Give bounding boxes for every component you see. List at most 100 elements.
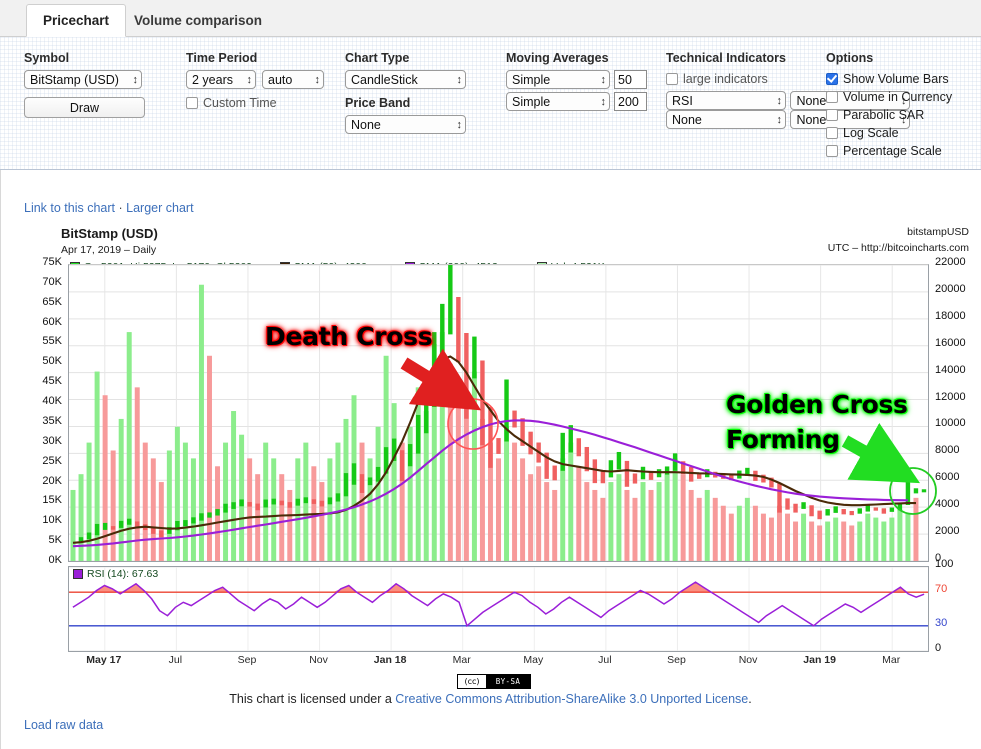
moving-averages-group: Moving Averages Simple Simple bbox=[506, 51, 647, 111]
tab-pricechart-label: Pricechart bbox=[42, 13, 110, 28]
x-tick: Sep bbox=[237, 654, 257, 666]
time-range-select[interactable]: 2 years bbox=[186, 70, 256, 89]
y-tick-right: 4000 bbox=[935, 498, 960, 511]
custom-time-label: Custom Time bbox=[203, 96, 277, 110]
percentage-scale-checkbox[interactable] bbox=[826, 145, 838, 157]
chart-source-label: bitstampUSD bbox=[907, 226, 969, 238]
y-tick-left: 70K bbox=[42, 275, 62, 288]
ma2-type-select[interactable]: Simple bbox=[506, 92, 610, 111]
x-tick: May 17 bbox=[86, 654, 122, 666]
y-tick-right: 14000 bbox=[935, 363, 966, 376]
options-group: Options Show Volume Bars Volume in Curre… bbox=[826, 51, 952, 160]
show-volume-bars-label: Show Volume Bars bbox=[843, 72, 949, 86]
log-scale-checkbox[interactable] bbox=[826, 127, 838, 139]
y-tick-right: 8000 bbox=[935, 444, 960, 457]
symbol-select[interactable]: BitStamp (USD) bbox=[24, 70, 142, 89]
symbol-group: Symbol BitStamp (USD) Draw bbox=[24, 51, 145, 118]
time-period-group-title: Time Period bbox=[186, 51, 258, 65]
price-band-select-wrap: None bbox=[345, 115, 466, 134]
y-tick-left: 75K bbox=[42, 256, 62, 268]
rsi-svg bbox=[69, 567, 928, 651]
chart-type-group: Chart Type CandleStick Price Band None bbox=[345, 51, 466, 134]
x-tick: Nov bbox=[309, 654, 328, 666]
rsi-panel[interactable]: RSI (14): 67.63 bbox=[68, 566, 929, 652]
option-parabolic-sar[interactable]: Parabolic SAR bbox=[826, 106, 952, 124]
option-volume-in-currency[interactable]: Volume in Currency bbox=[826, 88, 952, 106]
cc-badge-right: BY-SA bbox=[486, 675, 530, 688]
tab-bar: Pricechart Volume comparison bbox=[0, 0, 981, 37]
time-range-select-wrap: 2 years bbox=[186, 70, 256, 89]
license-prefix: This chart is licensed under a bbox=[229, 692, 396, 706]
x-tick: Mar bbox=[882, 654, 901, 666]
chart-links: Link to this chart · Larger chart bbox=[24, 201, 194, 215]
rsi-legend-label: RSI (14): 67.63 bbox=[87, 568, 159, 580]
larger-chart-link[interactable]: Larger chart bbox=[126, 201, 193, 215]
ma1-period-input[interactable] bbox=[614, 70, 647, 89]
option-percentage-scale[interactable]: Percentage Scale bbox=[826, 142, 952, 160]
rsi-legend-swatch bbox=[73, 569, 83, 579]
y-tick-left: 5K bbox=[48, 534, 62, 547]
y-tick-left: 15K bbox=[42, 494, 62, 507]
time-interval-select-wrap: auto bbox=[262, 70, 324, 89]
time-period-group: Time Period 2 years auto Custom Time bbox=[186, 51, 324, 112]
license-link[interactable]: Creative Commons Attribution-ShareAlike … bbox=[395, 692, 748, 706]
y-tick-rsi: 30 bbox=[935, 616, 948, 629]
x-tick: Jul bbox=[598, 654, 612, 666]
y-tick-left: 60K bbox=[42, 315, 62, 328]
x-tick: Jul bbox=[168, 654, 183, 666]
chart-type-select[interactable]: CandleStick bbox=[345, 70, 466, 89]
y-tick-right: 12000 bbox=[935, 390, 966, 403]
y-tick-rsi: 70 bbox=[935, 583, 948, 596]
time-interval-select[interactable]: auto bbox=[262, 70, 324, 89]
indicator-slot-3-select[interactable]: None bbox=[666, 110, 786, 129]
link-to-this-chart[interactable]: Link to this chart bbox=[24, 201, 115, 215]
links-separator: · bbox=[118, 201, 123, 215]
tab-volume-comparison-label: Volume comparison bbox=[133, 13, 263, 28]
y-tick-left: 45K bbox=[42, 375, 62, 388]
x-tick: Sep bbox=[667, 654, 686, 666]
ma1-type-select-wrap: Simple bbox=[506, 70, 610, 89]
custom-time-checkbox[interactable] bbox=[186, 97, 198, 109]
page-root: Pricechart Volume comparison Symbol BitS… bbox=[0, 0, 981, 749]
y-tick-right: 10000 bbox=[935, 417, 966, 430]
tab-pricechart[interactable]: Pricechart bbox=[26, 4, 126, 37]
annotation-death-cross: Death Cross bbox=[265, 322, 433, 351]
annotation-golden-cross: Golden Cross bbox=[726, 390, 908, 419]
y-tick-rsi: 100 bbox=[935, 558, 954, 570]
load-raw-data-link[interactable]: Load raw data bbox=[24, 718, 103, 732]
parabolic-sar-checkbox[interactable] bbox=[826, 109, 838, 121]
price-chart: BitStamp (USD) Apr 17, 2019 – Daily bits… bbox=[0, 222, 981, 667]
chart-source-url: UTC – http://bitcoincharts.com bbox=[827, 242, 969, 254]
y-tick-left: 10K bbox=[42, 514, 62, 527]
ma2-type-select-wrap: Simple bbox=[506, 92, 610, 111]
draw-button[interactable]: Draw bbox=[24, 97, 145, 118]
y-tick-rsi: 0 bbox=[935, 642, 942, 654]
option-show-volume-bars[interactable]: Show Volume Bars bbox=[826, 70, 952, 88]
volume-in-currency-checkbox[interactable] bbox=[826, 91, 838, 103]
price-band-select[interactable]: None bbox=[345, 115, 466, 134]
y-tick-right: 18000 bbox=[935, 309, 966, 322]
annotation-golden-cross-forming: Forming bbox=[726, 425, 840, 454]
license-suffix: . bbox=[748, 692, 752, 706]
custom-time-row[interactable]: Custom Time bbox=[186, 94, 324, 112]
tab-volume-comparison[interactable]: Volume comparison bbox=[126, 4, 270, 37]
show-volume-bars-checkbox[interactable] bbox=[826, 73, 838, 85]
x-tick: Jan 18 bbox=[373, 654, 407, 666]
ma1-type-select[interactable]: Simple bbox=[506, 70, 610, 89]
indicator-slot-1-select[interactable]: RSI bbox=[666, 91, 786, 110]
price-band-group-title: Price Band bbox=[345, 96, 411, 110]
y-tick-right: 20000 bbox=[935, 282, 966, 295]
cc-badge-left: (cc) bbox=[458, 675, 486, 688]
large-indicators-checkbox[interactable] bbox=[666, 73, 678, 85]
y-tick-left: 35K bbox=[42, 414, 62, 427]
option-log-scale[interactable]: Log Scale bbox=[826, 124, 952, 142]
x-tick: May bbox=[523, 654, 544, 666]
y-tick-left: 25K bbox=[42, 454, 62, 467]
symbol-select-wrap: BitStamp (USD) bbox=[24, 70, 142, 89]
volume-in-currency-label: Volume in Currency bbox=[843, 90, 953, 104]
percentage-scale-label: Percentage Scale bbox=[843, 144, 942, 158]
chart-title: BitStamp (USD) bbox=[61, 226, 158, 241]
chart-type-group-title: Chart Type bbox=[345, 51, 410, 65]
log-scale-label: Log Scale bbox=[843, 126, 899, 140]
ma2-period-input[interactable] bbox=[614, 92, 647, 111]
